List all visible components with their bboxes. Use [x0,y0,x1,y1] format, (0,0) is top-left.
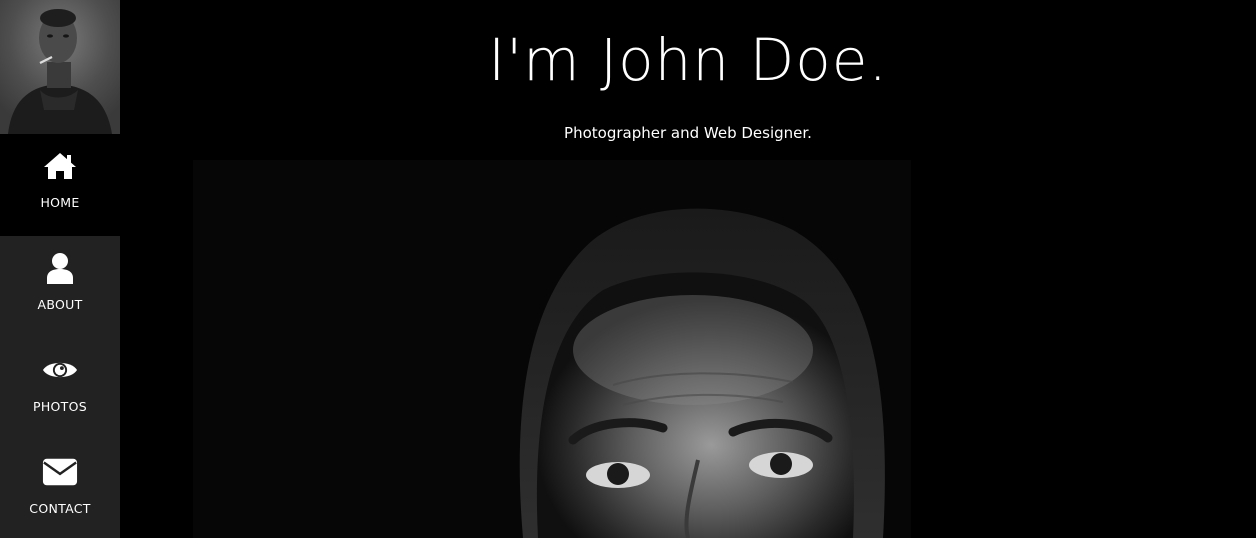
nav-item-photos[interactable]: PHOTOS [0,338,120,440]
portrait-image [193,160,911,538]
envelope-icon [42,456,78,488]
eye-icon [42,354,78,386]
main-content: I'm John Doe. Photographer and Web Desig… [120,0,1256,538]
avatar-image [0,0,120,134]
page: HOME ABOUT PHOTOS CONTACT I'm John Doe. … [0,0,1256,538]
page-title: I'm John Doe. [488,26,888,94]
page-subtitle: Photographer and Web Designer. [564,124,812,142]
nav-item-about[interactable]: ABOUT [0,236,120,338]
nav-label-about: ABOUT [37,297,83,312]
nav-item-home[interactable]: HOME [0,134,120,236]
nav-label-photos: PHOTOS [33,399,87,414]
user-icon [42,252,78,284]
nav-item-contact[interactable]: CONTACT [0,440,120,538]
avatar [0,0,120,134]
home-icon [42,150,78,182]
hero-image [193,160,911,538]
nav-label-home: HOME [40,195,80,210]
nav-label-contact: CONTACT [29,501,91,516]
sidebar: HOME ABOUT PHOTOS CONTACT [0,0,120,538]
